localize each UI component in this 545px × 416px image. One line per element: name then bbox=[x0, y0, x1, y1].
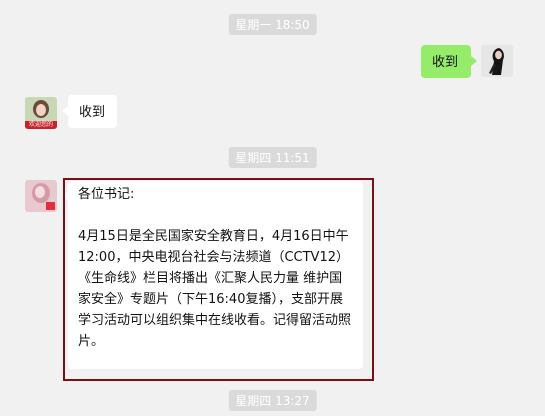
self-avatar-image bbox=[481, 45, 513, 77]
contact-avatar-2[interactable] bbox=[25, 180, 57, 212]
self-message-bubble[interactable]: 收到 bbox=[421, 45, 471, 78]
self-bubble-arrow bbox=[471, 56, 477, 66]
contact-message-text: 收到 bbox=[79, 105, 106, 120]
highlight-annotation-box bbox=[63, 178, 374, 381]
contact-avatar-1[interactable]: 欢迎您的 bbox=[25, 97, 57, 129]
self-message-text: 收到 bbox=[432, 55, 459, 70]
timestamp-3: 星期四 13:27 bbox=[228, 390, 317, 411]
self-avatar[interactable] bbox=[481, 45, 513, 77]
avatar-badge-text: 欢迎您的 bbox=[28, 121, 53, 128]
timestamp-1: 星期一 18:50 bbox=[228, 14, 317, 35]
contact-message-bubble[interactable]: 收到 bbox=[68, 95, 117, 128]
contact-avatar-image-2 bbox=[25, 180, 57, 212]
timestamp-2: 星期四 11:51 bbox=[228, 147, 317, 168]
